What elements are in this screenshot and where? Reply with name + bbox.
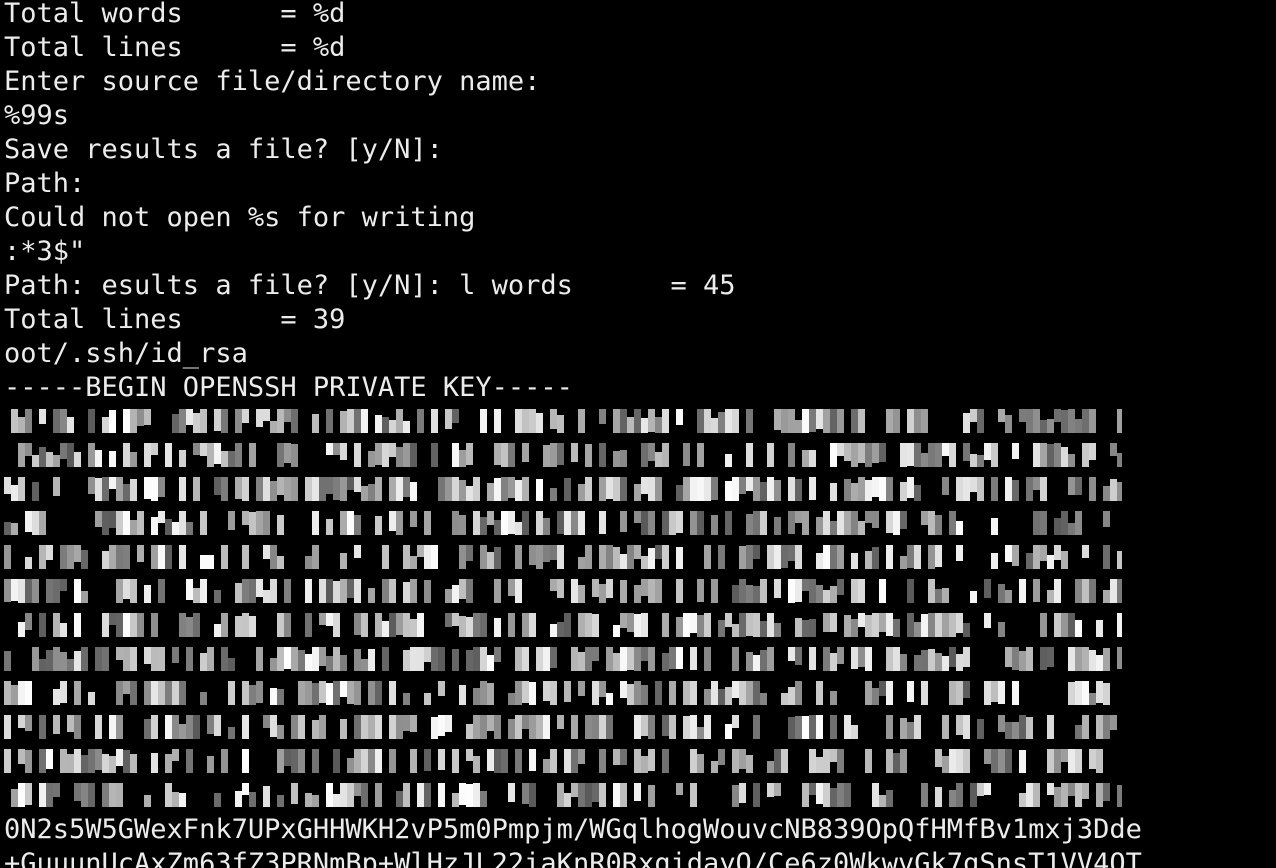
redacted-key-line [4,477,1122,501]
redacted-key-line [4,409,1122,433]
redacted-key-line [4,749,1122,773]
redacted-key-line [4,579,1122,603]
terminal-line: Enter source file/directory name: [4,66,541,97]
redacted-key-line [4,613,1122,637]
redacted-key-line [4,783,1122,807]
terminal-line: :*3$" [4,236,86,267]
terminal-line: Total lines = 39 [4,304,346,335]
terminal-line: Could not open %s for writing [4,202,476,233]
terminal-line: Path: [4,168,86,199]
key-data-line: +GuuunUcAxZm63fZ3PRNmBp+WlHzJL22iaKnR0Rx… [4,848,1142,868]
terminal-window[interactable]: Total words = %d Total lines = %d Enter … [0,0,1276,868]
redacted-key-line [4,511,1122,535]
redacted-key-line [4,681,1122,705]
terminal-line: Save results a file? [y/N]: [4,134,443,165]
private-key-header: -----BEGIN OPENSSH PRIVATE KEY----- [4,372,573,403]
redacted-key-line [4,443,1122,467]
terminal-line: %99s [4,100,70,131]
redacted-key-line [4,545,1122,569]
terminal-line: Path: esults a file? [y/N]: l words = 45 [4,270,736,301]
key-data-line: 0N2s5W5GWexFnk7UPxGHHWKH2vP5m0Pmpjm/WGql… [4,814,1142,845]
terminal-line: Total words = %d [4,0,346,29]
terminal-line: oot/.ssh/id_rsa [4,338,248,369]
terminal-line: Total lines = %d [4,32,346,63]
redacted-key-line [4,647,1122,671]
redacted-key-line [4,715,1122,739]
